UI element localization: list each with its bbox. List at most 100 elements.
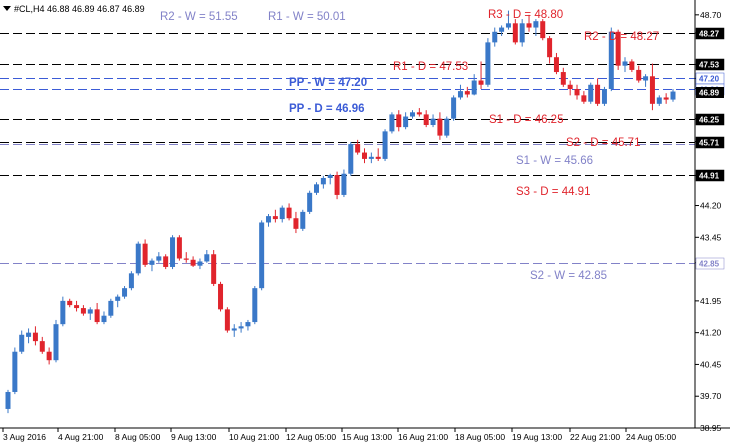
x-tick-label-8: 18 Aug 05:00: [455, 432, 505, 442]
candle-body-93: [643, 76, 649, 81]
candle-body-86: [595, 84, 601, 104]
candle-body-19: [135, 243, 141, 274]
candle-body-76: [526, 23, 532, 28]
candle-body-22: [156, 256, 162, 261]
candle-body-65: [451, 97, 457, 119]
x-tick-label-7: 16 Aug 21:00: [398, 432, 448, 442]
pivot-label-3: PP - W = 47.20: [289, 77, 367, 89]
candle-body-64: [444, 118, 450, 136]
x-tick-label-3: 9 Aug 13:00: [171, 432, 217, 442]
candle-body-67: [464, 91, 470, 95]
price-tag-2: 47.53: [699, 61, 720, 70]
plot-background: [0, 0, 730, 444]
candle-body-95: [656, 97, 662, 104]
candle-body-14: [101, 315, 107, 323]
pivot-label-9: S2 - W = 42.85: [530, 270, 607, 282]
candle-body-51: [355, 144, 361, 153]
candle-body-5: [39, 341, 45, 352]
candle-body-48: [334, 175, 340, 195]
y-tick-label-15: 38.95: [700, 423, 722, 433]
price-tag-8: 44.91: [699, 172, 720, 181]
candle-body-36: [252, 288, 258, 323]
candle-body-80: [553, 57, 559, 73]
candle-body-54: [375, 156, 381, 159]
x-tick-label-1: 4 Aug 21:00: [58, 432, 104, 442]
candle-body-8: [60, 300, 66, 325]
candle-body-15: [108, 300, 114, 316]
price-tag-6: 45.71: [699, 139, 720, 148]
pivot-label-2: R1 - D = 47.53: [393, 61, 468, 73]
candle-body-85: [588, 84, 594, 102]
candle-body-26: [183, 258, 189, 260]
pivot-label-8: S3 - D = 44.91: [516, 186, 590, 198]
x-tick-label-10: 22 Aug 21:00: [570, 432, 620, 442]
pivot-label-10: R2 - W = 51.55: [160, 11, 238, 23]
candle-body-46: [320, 177, 326, 185]
price-tag-9: 42.85: [699, 260, 720, 269]
candle-body-91: [629, 61, 635, 70]
candle-body-40: [279, 207, 285, 220]
y-tick-label-11: 41.95: [700, 296, 722, 306]
pivot-label-6: S2 - D = 45.71: [566, 137, 640, 149]
candle-body-42: [293, 218, 299, 229]
candle-body-84: [581, 95, 587, 102]
price-tag-1: 48.27: [699, 30, 720, 39]
candle-body-74: [512, 23, 518, 43]
candle-body-28: [197, 261, 203, 266]
candle-body-44: [307, 192, 313, 212]
candle-body-39: [272, 216, 278, 220]
candle-body-57: [396, 114, 402, 128]
price-chart: R3 - D = 48.80 R2 - D = 48.27 R1 - D = 47.…: [0, 0, 730, 444]
candle-body-38: [266, 216, 272, 223]
candle-body-1: [12, 351, 18, 392]
y-tick-label-9: 43.45: [700, 232, 722, 242]
candle-body-94: [649, 76, 655, 104]
candle-body-63: [437, 118, 443, 136]
candle-body-70: [485, 42, 491, 85]
candle-body-31: [218, 283, 224, 310]
candle-body-17: [122, 288, 128, 297]
candle-body-18: [128, 273, 134, 289]
candle-body-68: [471, 80, 477, 95]
y-tick-label-14: 39.70: [700, 391, 722, 401]
candle-body-37: [259, 222, 265, 289]
candle-body-81: [560, 72, 566, 85]
candle-body-77: [533, 21, 539, 28]
candle-body-13: [94, 309, 100, 323]
x-tick-label-6: 15 Aug 13:00: [342, 432, 392, 442]
pivot-label-0: R3 - D = 48.80: [488, 9, 563, 21]
candle-body-32: [224, 309, 230, 331]
y-tick-label-12: 41.20: [700, 328, 722, 338]
candle-body-50: [348, 144, 354, 174]
candle-body-41: [286, 207, 292, 219]
price-tag-3: 47.20: [699, 75, 720, 84]
x-tick-label-2: 8 Aug 05:00: [115, 432, 161, 442]
candle-body-43: [300, 211, 306, 229]
candle-body-47: [327, 175, 333, 178]
x-tick-label-0: 3 Aug 2016: [3, 432, 46, 442]
candle-body-0: [5, 391, 11, 409]
candle-body-24: [170, 237, 176, 267]
x-tick-label-11: 24 Aug 05:00: [626, 432, 676, 442]
candle-body-75: [519, 23, 525, 43]
candle-body-29: [204, 254, 210, 262]
candle-body-66: [457, 91, 463, 98]
candle-body-49: [341, 173, 347, 195]
y-tick-label-13: 40.45: [700, 359, 722, 369]
candle-body-87: [601, 88, 607, 104]
candle-body-69: [478, 80, 484, 85]
candle-body-35: [245, 322, 251, 327]
pivot-label-1: R2 - D = 48.27: [584, 31, 659, 43]
candle-body-92: [636, 69, 642, 81]
candle-body-25: [176, 237, 182, 259]
candle-body-71: [492, 31, 498, 43]
pivot-label-5: S1 - D = 46.25: [489, 114, 563, 126]
current-price-tag: 46.89: [699, 89, 720, 98]
candle-body-16: [115, 296, 121, 301]
candle-body-52: [361, 152, 367, 159]
candle-body-90: [622, 61, 628, 66]
x-tick-label-9: 19 Aug 13:00: [512, 432, 562, 442]
candle-body-53: [368, 156, 374, 159]
candle-body-79: [547, 38, 553, 58]
price-tag-5: 46.25: [699, 116, 720, 125]
